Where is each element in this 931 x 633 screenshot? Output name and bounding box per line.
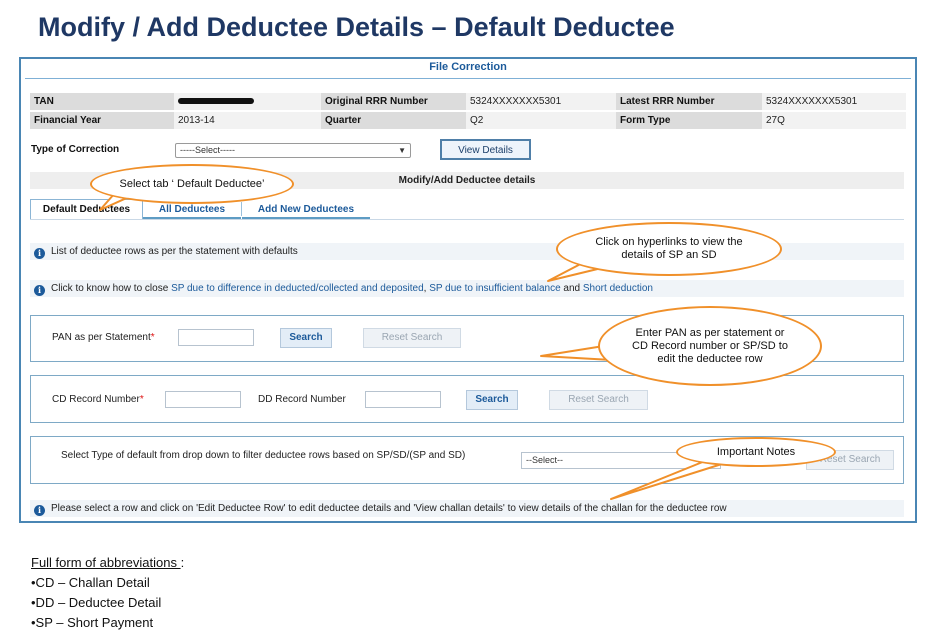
abbreviations-heading: Full form of abbreviations : (31, 553, 184, 573)
form-type-value: 27Q (762, 111, 906, 129)
abbreviation-item: •CD – Challan Detail (31, 575, 150, 590)
info-icon: i (34, 505, 45, 516)
slide-title: Modify / Add Deductee Details – Default … (38, 12, 675, 42)
pan-reset-search-button[interactable]: Reset Search (363, 328, 461, 348)
financial-year-label: Financial Year (30, 111, 174, 129)
dd-record-label: DD Record Number (258, 394, 346, 405)
list-note-text: List of deductee rows as per the stateme… (51, 246, 298, 257)
tab-hint-callout: Select tab ‘ Default Deductee’ (90, 164, 294, 204)
panel-title: File Correction (429, 61, 507, 73)
links-hint-callout: Click on hyperlinks to view the details … (556, 222, 782, 276)
latest-rrr-label: Latest RRR Number (616, 93, 762, 112)
tab-default-deductees[interactable]: Default Deductees (30, 199, 143, 219)
cd-record-input[interactable] (165, 391, 241, 408)
pan-hint-callout: Enter PAN as per statement or CD Record … (598, 306, 822, 386)
bottom-note-text: Please select a row and click on 'Edit D… (51, 503, 727, 514)
link-sp-difference[interactable]: SP due to difference in deducted/collect… (171, 283, 424, 294)
quarter-value: Q2 (466, 111, 616, 129)
cd-search-button[interactable]: Search (466, 390, 518, 410)
cd-reset-search-button[interactable]: Reset Search (549, 390, 648, 410)
financial-year-value: 2013-14 (174, 111, 321, 129)
required-mark: * (150, 332, 155, 343)
info-icon: i (34, 285, 45, 296)
abbreviation-item: •DD – Deductee Detail (31, 595, 162, 610)
tan-label: TAN (30, 93, 174, 112)
notes-hint-callout: Important Notes (676, 437, 836, 467)
pan-search-button[interactable]: Search (280, 328, 332, 348)
statement-info-table: TAN Original RRR Number 5324XXXXXXX5301 … (30, 93, 906, 129)
latest-rrr-value: 5324XXXXXXX5301 (762, 93, 906, 112)
dd-record-input[interactable] (365, 391, 441, 408)
close-note-prefix: Click to know how to close (51, 283, 172, 294)
cd-record-search-panel: CD Record Number* DD Record Number Searc… (30, 375, 904, 423)
pan-label: PAN as per Statement* (52, 332, 155, 343)
abbreviation-item: •SP – Short Payment (31, 615, 154, 630)
cd-record-label: CD Record Number* (52, 394, 144, 405)
divider (25, 78, 911, 79)
form-type-label: Form Type (616, 111, 762, 129)
pan-input[interactable] (178, 329, 254, 346)
info-icon: i (34, 248, 45, 259)
original-rrr-label: Original RRR Number (321, 93, 466, 112)
cd-record-label-text: CD Record Number (52, 394, 140, 405)
chevron-down-icon: ▼ (398, 146, 406, 155)
tan-redaction (178, 98, 254, 105)
pan-label-text: PAN as per Statement (52, 332, 151, 343)
abbreviations-heading-text: Full form of abbreviations (31, 555, 181, 570)
tab-underline (30, 219, 904, 220)
quarter-label: Quarter (321, 111, 466, 129)
link-sp-insufficient-balance[interactable]: SP due to insufficient balance (429, 283, 560, 294)
tan-value (174, 93, 321, 112)
filter-label: Select Type of default from drop down to… (61, 450, 466, 461)
tab-add-new-deductees[interactable]: Add New Deductees (242, 200, 370, 219)
link-separator: and (560, 283, 583, 294)
abbreviations-colon: : (180, 555, 185, 570)
view-details-button[interactable]: View Details (440, 139, 531, 160)
close-links-note: i Click to know how to close SP due to di… (30, 280, 904, 297)
bottom-note: i Please select a row and click on 'Edit … (30, 500, 904, 517)
link-short-deduction[interactable]: Short deduction (583, 283, 653, 294)
type-of-correction-value: -----Select----- (180, 145, 235, 155)
original-rrr-value: 5324XXXXXXX5301 (466, 93, 616, 112)
abbreviations: Full form of abbreviations : •CD – Chall… (31, 553, 184, 633)
type-of-correction-select[interactable]: -----Select----- ▼ (175, 143, 411, 158)
type-of-correction-label: Type of Correction (31, 144, 120, 155)
required-mark: * (139, 394, 144, 405)
